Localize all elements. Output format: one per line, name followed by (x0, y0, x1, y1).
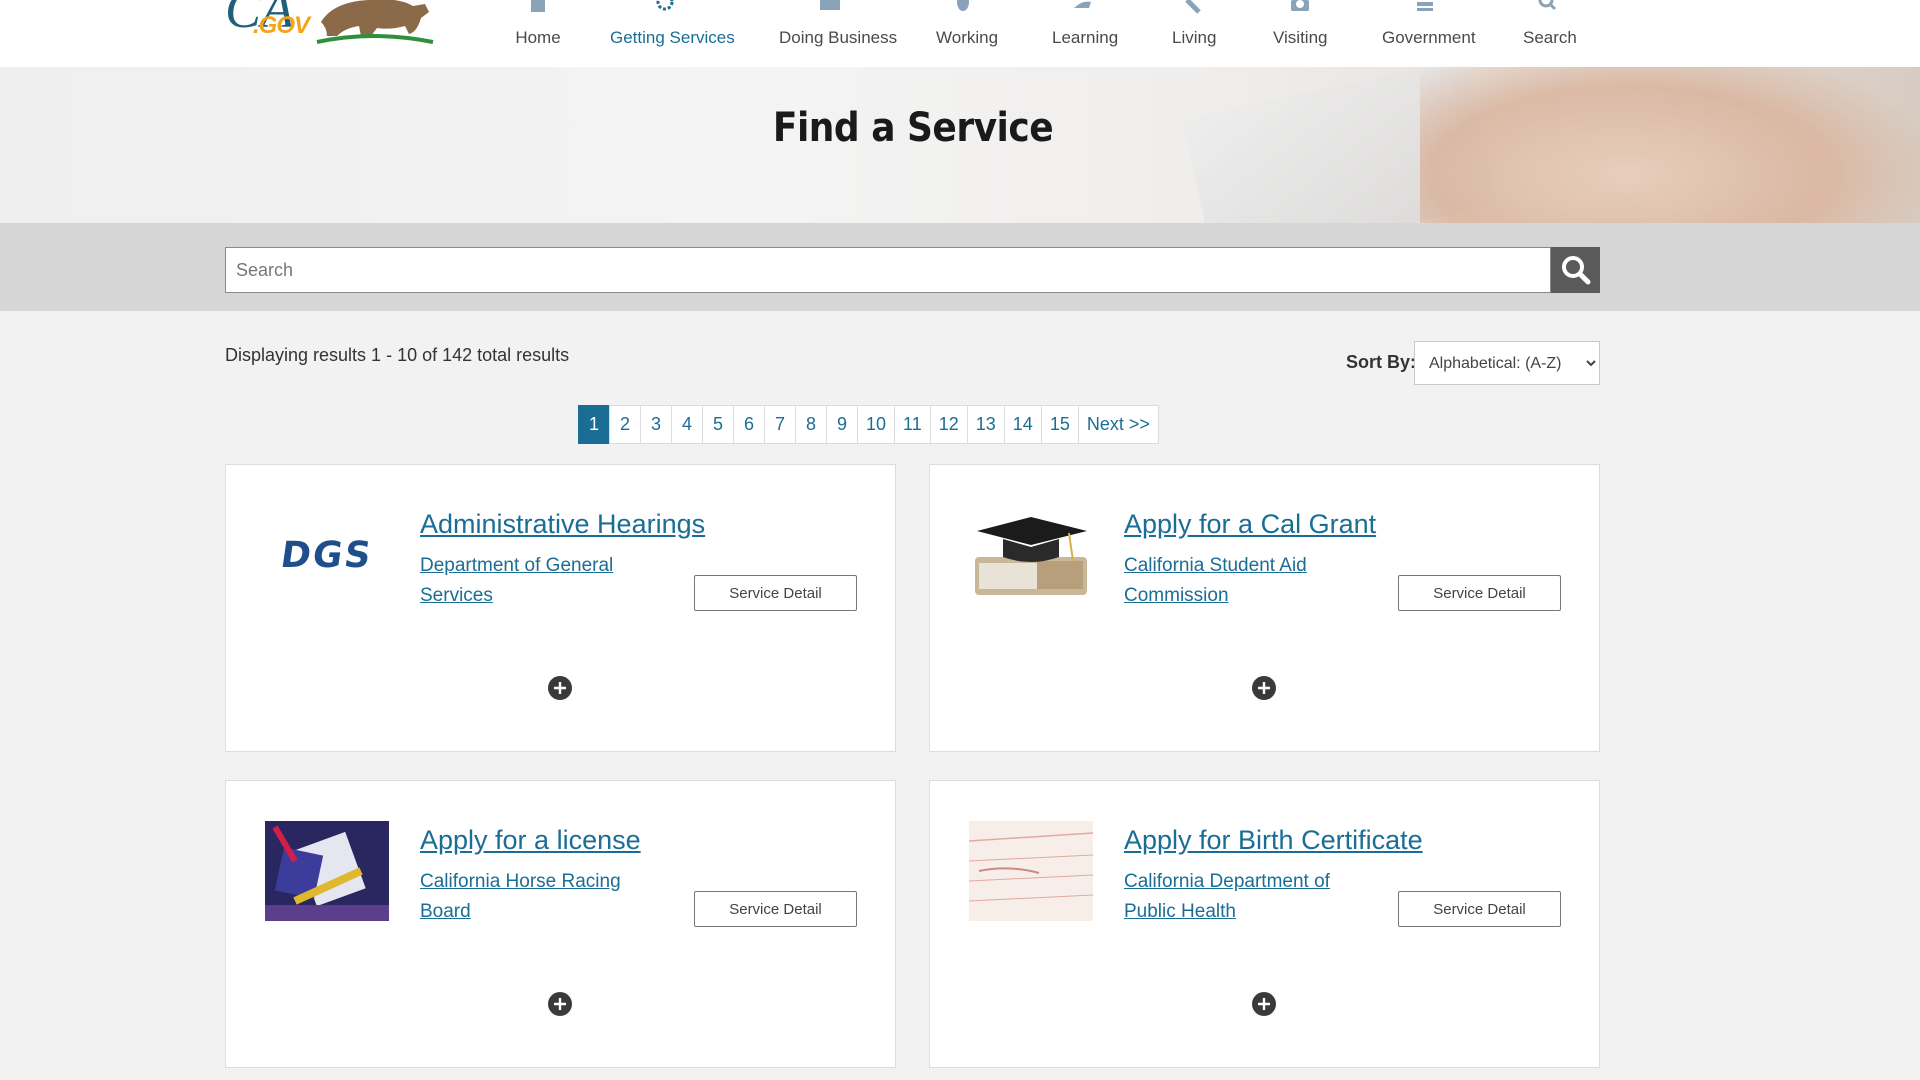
briefcase-icon (820, 0, 840, 10)
graduation-cap-icon (975, 517, 1087, 595)
next-page-link[interactable]: Next >> (1077, 405, 1159, 444)
service-card: Apply for a Cal Grant California Student… (929, 464, 1600, 752)
hero-banner: Find a Service (0, 67, 1920, 223)
results-summary: Displaying results 1 - 10 of 142 total r… (225, 345, 570, 365)
page-link-9[interactable]: 9 (826, 405, 858, 444)
site-header: CA .GOV Home Getting Services Doing Busi… (0, 0, 1920, 68)
capitol-icon (1417, 2, 1433, 11)
service-title-link[interactable]: Administrative Hearings (420, 509, 705, 540)
book-icon (1074, 1, 1091, 8)
service-detail-button[interactable]: Service Detail (1398, 575, 1561, 611)
page-link-3[interactable]: 3 (640, 405, 672, 444)
sort-label: Sort By: (1346, 352, 1417, 372)
agency-link[interactable]: California Horse Racing Board (420, 867, 640, 927)
page-link-13[interactable]: 13 (966, 405, 1005, 444)
bear-icon (316, 0, 434, 44)
service-card: Apply for a license California Horse Rac… (225, 780, 896, 1068)
pagination: 1 2 3 4 5 6 7 8 9 10 11 12 13 14 15 Next… (578, 405, 1159, 444)
gear-icon (656, 0, 674, 11)
sort-select[interactable]: Alphabetical: (A-Z) (1414, 341, 1600, 385)
nav-visiting[interactable]: Visiting (1273, 0, 1328, 67)
page-link-10[interactable]: 10 (857, 405, 896, 444)
expand-plus-icon[interactable] (548, 676, 572, 700)
page-link-12[interactable]: 12 (929, 405, 968, 444)
expand-plus-icon[interactable] (1252, 992, 1276, 1016)
page-link-1[interactable]: 1 (578, 405, 610, 444)
tools-icon (1185, 0, 1201, 14)
nav-working[interactable]: Working (936, 0, 998, 67)
birth-certificate-icon (969, 821, 1093, 921)
nav-home[interactable]: Home (513, 0, 563, 67)
search-button[interactable] (1551, 247, 1600, 293)
page-link-14[interactable]: 14 (1003, 405, 1042, 444)
service-card: Apply for Birth Certificate California D… (929, 780, 1600, 1068)
dgs-logo: DGS (265, 505, 389, 605)
logo-gov-text: .GOV (253, 12, 310, 39)
dgs-logo-text: DGS (278, 535, 376, 576)
nav-doing-business[interactable]: Doing Business (779, 0, 897, 67)
page-title: Find a Service (772, 105, 1054, 151)
page-link-6[interactable]: 6 (733, 405, 765, 444)
expand-plus-icon[interactable] (1252, 676, 1276, 700)
graduation-cap-image (969, 505, 1093, 605)
expand-plus-icon[interactable] (548, 992, 572, 1016)
agency-link[interactable]: Department of General Services (420, 551, 640, 611)
search-icon (1538, 0, 1557, 11)
birth-certificate-image (969, 821, 1093, 921)
service-card: DGS Administrative Hearings Department o… (225, 464, 896, 752)
agency-link[interactable]: California Student Aid Commission (1124, 551, 1344, 611)
service-title-link[interactable]: Apply for a Cal Grant (1124, 509, 1376, 540)
home-icon (531, 0, 545, 12)
nav-government[interactable]: Government (1382, 0, 1476, 67)
service-detail-button[interactable]: Service Detail (694, 891, 857, 927)
service-title-link[interactable]: Apply for a license (420, 825, 641, 856)
service-detail-button[interactable]: Service Detail (694, 575, 857, 611)
nav-search[interactable]: Search (1523, 0, 1577, 67)
nav-learning[interactable]: Learning (1052, 0, 1118, 67)
page-link-8[interactable]: 8 (795, 405, 827, 444)
ca-gov-logo[interactable]: CA .GOV (225, 0, 435, 52)
camera-icon (1291, 0, 1309, 11)
page-link-5[interactable]: 5 (702, 405, 734, 444)
page-link-15[interactable]: 15 (1040, 405, 1079, 444)
search-icon (1562, 256, 1591, 285)
agency-link[interactable]: California Department of Public Health (1124, 867, 1344, 927)
search-input[interactable] (225, 247, 1551, 293)
nav-getting-services[interactable]: Getting Services (610, 0, 735, 67)
page-link-7[interactable]: 7 (764, 405, 796, 444)
lightbulb-icon (957, 0, 969, 11)
service-detail-button[interactable]: Service Detail (1398, 891, 1561, 927)
license-collage-image (265, 821, 389, 921)
page-link-2[interactable]: 2 (609, 405, 641, 444)
license-collage-icon (265, 821, 389, 921)
page-link-11[interactable]: 11 (894, 405, 931, 444)
nav-living[interactable]: Living (1172, 0, 1216, 67)
page-link-4[interactable]: 4 (671, 405, 703, 444)
search-band (0, 223, 1920, 311)
service-title-link[interactable]: Apply for Birth Certificate (1124, 825, 1423, 856)
